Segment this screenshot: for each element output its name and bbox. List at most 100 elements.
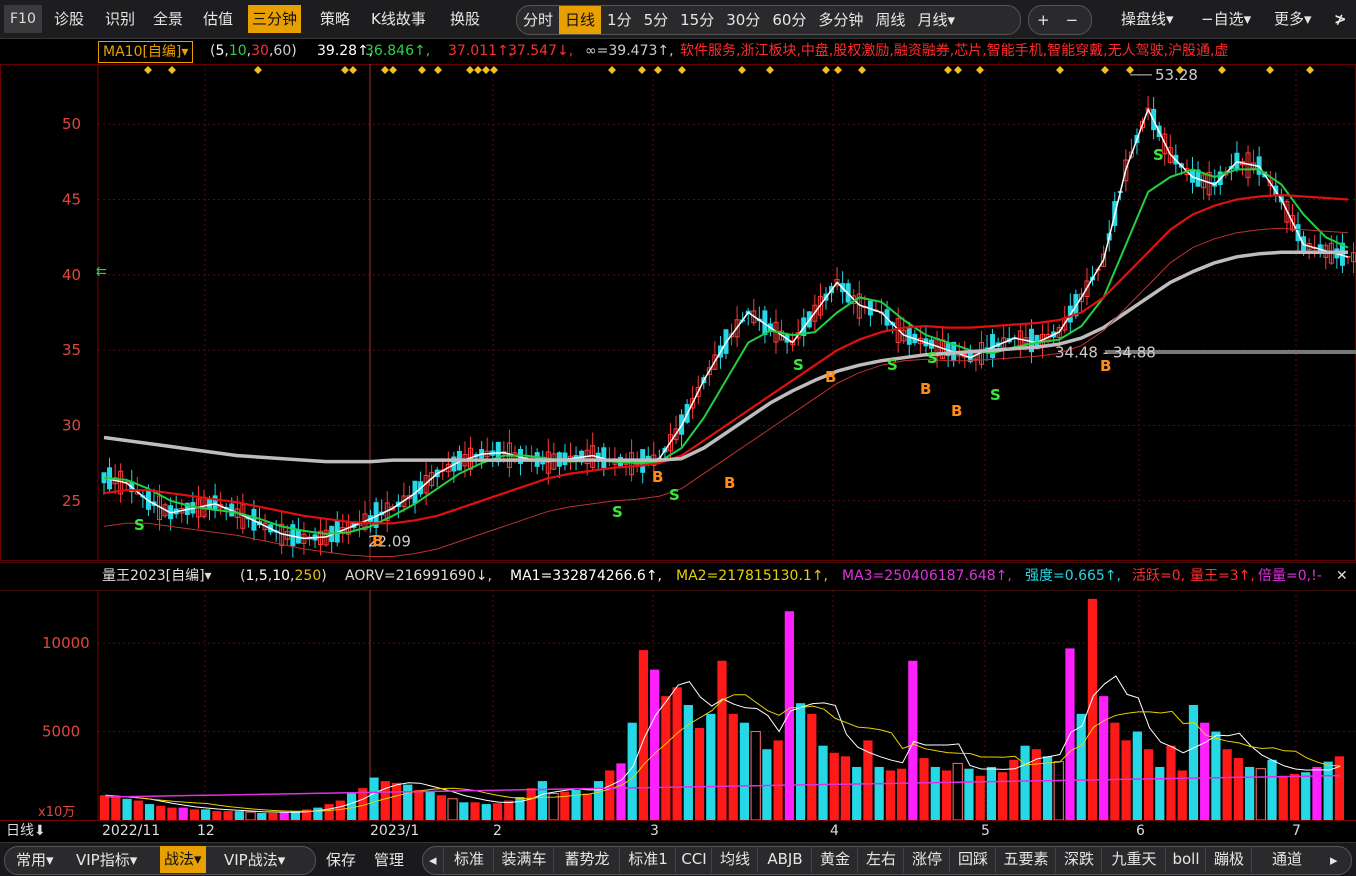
event-marker-icon [976,66,984,74]
volume-bar [717,660,727,820]
event-marker-icon [341,66,349,74]
zoom-in-button[interactable]: + [1029,6,1058,34]
event-marker-icon [638,66,646,74]
indicator-tab[interactable]: 标准1 [619,846,676,873]
volume-indicator-dropdown[interactable]: 量王2023[自编]▾ [102,563,212,590]
period-15min[interactable]: 15分 [674,6,720,34]
zoom-out-button[interactable]: − [1058,6,1087,34]
volume-bar [1143,749,1154,820]
period-multi-min[interactable]: 多分钟 [812,6,869,34]
volume-bar [1132,731,1142,820]
volume-bar [470,802,480,820]
volume-bar [403,784,413,820]
date-label: 7 [1292,823,1301,839]
volume-bar [1099,696,1109,820]
volume-king-value: 量王=3↑, [1190,568,1255,584]
infinity-value: ∞=39.473↑, [585,43,674,59]
price-tick-label: 50 [62,115,81,133]
event-marker-icon [954,66,962,74]
watchlist-dropdown[interactable]: −自选▾ [1197,5,1255,33]
toolbar-three-minutes[interactable]: 三分钟 [248,5,302,33]
event-marker-icon [381,66,389,74]
more-dropdown[interactable]: 更多▾ [1270,5,1316,33]
volume-bar [986,766,997,820]
ma-indicator-dropdown[interactable]: MA10[自编]▾ [98,41,194,63]
toolbar-diagnose[interactable]: 诊股 [50,5,88,33]
volume-bar [795,703,806,820]
volume-bar [144,804,155,820]
indicator-tab[interactable]: 五要素 [995,846,1056,873]
volume-bar [1020,745,1030,820]
volume-bar [1053,761,1064,820]
volume-bar [773,740,783,820]
volume-bar [1076,713,1086,820]
group-tactics[interactable]: 战法▾ [160,846,206,873]
price-tick-label: 25 [62,492,81,510]
period-5min[interactable]: 5分 [638,6,675,34]
indicator-tab[interactable]: boll [1165,846,1206,873]
toolbar-panorama[interactable]: 全景 [149,5,187,33]
indicator-tab[interactable]: ABJB [757,846,812,873]
collapse-icon[interactable]: ≯ [1330,5,1351,33]
volume-bar [133,800,143,820]
indicator-tab[interactable]: 装满车 [493,846,554,873]
volume-bar [1031,749,1041,820]
toolbar-kline-story[interactable]: K线故事 [367,5,430,33]
period-timeshare[interactable]: 分时 [517,6,559,34]
period-daily[interactable]: 日线 [559,6,602,34]
toolbar-switch-stock[interactable]: 换股 [446,5,484,33]
period-weekly[interactable]: 周线 [869,6,911,34]
period-30min[interactable]: 30分 [720,6,766,34]
indicator-tab[interactable]: 左右 [857,846,904,873]
period-1min[interactable]: 1分 [601,6,638,34]
volume-bar [952,762,963,820]
volume-bar [156,805,166,820]
manage-button[interactable]: 管理 [374,847,404,873]
toolbar-strategy[interactable]: 策略 [316,5,354,33]
indicator-tab[interactable]: 黄金 [811,846,858,873]
save-button[interactable]: 保存 [326,847,356,873]
volume-bar [425,791,435,820]
top-toolbar: F10 诊股 识别 全景 估值 三分钟 策略 K线故事 换股 分时 日线 1分 5分 1… [0,0,1356,39]
indicator-tab[interactable]: 蓄势龙 [553,846,620,873]
group-vip-tactics[interactable]: VIP战法▾ [224,847,285,873]
group-vip-indicators[interactable]: VIP指标▾ [76,847,137,873]
tabs-prev-icon[interactable]: ◂ [429,847,437,873]
event-marker-icon [834,66,842,74]
volume-chart[interactable]: 5000 10000 x10万 [0,590,1356,820]
period-60min[interactable]: 60分 [766,6,812,34]
indicator-tab[interactable]: CCI [675,846,712,873]
volume-bar [571,789,581,820]
toolbar-identify[interactable]: 识别 [101,5,139,33]
f10-button[interactable]: F10 [4,5,42,33]
indicator-tab[interactable]: 九重天 [1101,846,1166,873]
close-indicator-icon[interactable]: ✕ [1336,563,1348,590]
indicator-tab[interactable]: 标准 [443,846,494,873]
indicator-tab[interactable]: 通道 [1251,846,1322,873]
trading-line-dropdown[interactable]: 操盘线▾ [1117,5,1178,33]
indicator-tab[interactable]: 回踩 [949,846,996,873]
volume-bar [998,772,1008,820]
indicator-tab[interactable]: 涨停 [903,846,950,873]
volume-bar [481,804,491,820]
toolbar-valuation[interactable]: 估值 [199,5,237,33]
indicator-tab[interactable]: 深跌 [1055,846,1102,873]
period-label[interactable]: 日线⬇ [6,821,46,841]
indicator-tab[interactable]: 蹦极 [1205,846,1252,873]
current-price-arrow-icon: ⇇ [96,264,107,279]
group-common[interactable]: 常用▾ [16,847,54,873]
date-label: 2 [493,823,502,839]
tabs-next-icon[interactable]: ▸ [1330,847,1338,873]
sell-signal-icon: S [669,486,680,504]
price-chart[interactable]: 25303540455053.2822.0934.48 - 34.88SSSS S… [0,64,1356,561]
sell-signal-icon: S [793,356,804,374]
volume-bar [100,795,110,820]
indicator-tab[interactable]: 均线 [711,846,758,873]
volume-bar [582,793,592,820]
volume-bar [593,781,604,820]
period-monthly-dropdown[interactable]: 月线▾ [911,6,961,34]
volume-bar [616,763,626,820]
price-tick-label: 30 [62,416,81,434]
volume-bar [526,788,536,820]
volume-bar [1166,745,1176,820]
